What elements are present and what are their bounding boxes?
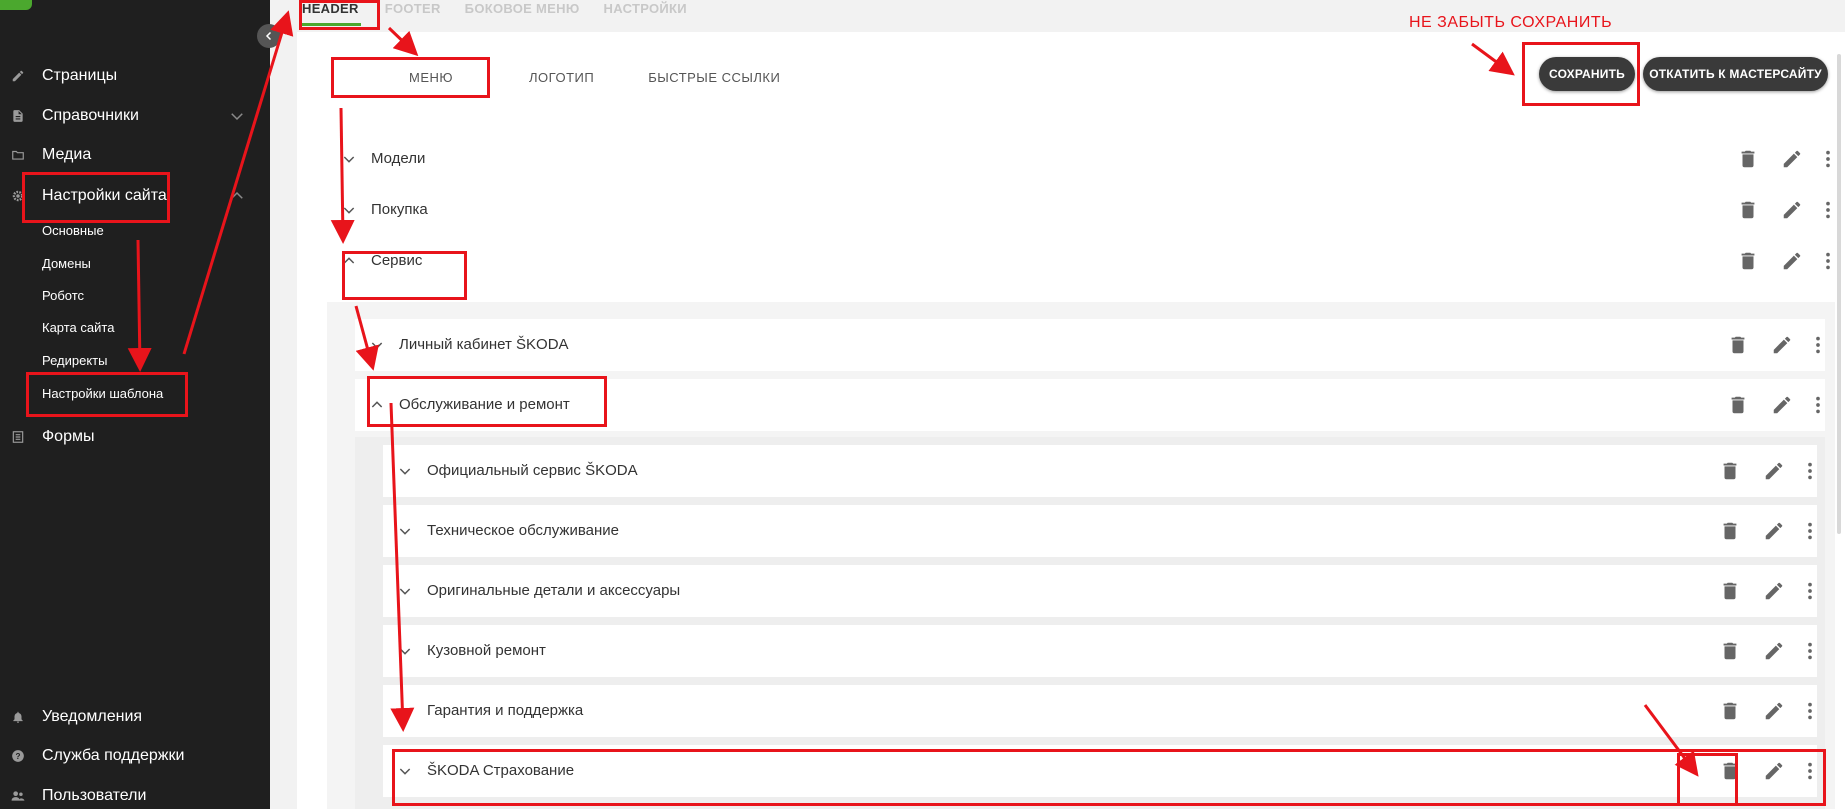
chevron-down-icon[interactable] xyxy=(341,202,357,218)
more-vertical-icon[interactable] xyxy=(1799,460,1821,482)
menu-row[interactable]: Личный кабинет ŠKODA xyxy=(355,319,1825,371)
annotation-box xyxy=(367,376,607,427)
menu-row-label: Техническое обслуживание xyxy=(427,522,619,539)
chevron-down-icon[interactable] xyxy=(397,643,413,659)
tab-side-menu[interactable]: БОКОВОЕ МЕНЮ xyxy=(465,0,580,26)
more-vertical-icon[interactable] xyxy=(1807,394,1829,416)
menu-row-label: Модели xyxy=(371,150,426,167)
menu-row[interactable]: Гарантия и поддержка xyxy=(383,685,1817,737)
chevron-down-icon[interactable] xyxy=(369,337,385,353)
chevron-down-icon[interactable] xyxy=(228,107,246,125)
trash-icon[interactable] xyxy=(1737,148,1759,170)
trash-icon[interactable] xyxy=(1719,520,1741,542)
list-icon xyxy=(10,429,26,445)
trash-icon[interactable] xyxy=(1719,640,1741,662)
sidebar-item-support[interactable]: ? Служба поддержки xyxy=(0,738,270,774)
trash-icon[interactable] xyxy=(1719,580,1741,602)
trash-icon[interactable] xyxy=(1719,700,1741,722)
menu-row[interactable]: Покупка xyxy=(327,183,1835,237)
more-vertical-icon[interactable] xyxy=(1799,640,1821,662)
edit-icon[interactable] xyxy=(1763,520,1785,542)
chevron-down-icon[interactable] xyxy=(397,583,413,599)
annotation-box xyxy=(342,251,467,300)
chevron-down-icon[interactable] xyxy=(341,151,357,167)
tab-footer[interactable]: FOOTER xyxy=(385,0,441,26)
sidebar-item-notifications[interactable]: Уведомления xyxy=(0,699,270,735)
sidebar-item-references[interactable]: Справочники xyxy=(0,98,270,134)
sidebar-subitem-redirects[interactable]: Редиректы xyxy=(42,351,107,371)
chevron-down-icon[interactable] xyxy=(397,703,413,719)
more-vertical-icon[interactable] xyxy=(1799,580,1821,602)
menu-row-label: Гарантия и поддержка xyxy=(427,702,584,719)
trash-icon[interactable] xyxy=(1727,394,1749,416)
sidebar-item-media[interactable]: Медиа xyxy=(0,137,270,173)
more-vertical-icon[interactable] xyxy=(1799,520,1821,542)
trash-icon[interactable] xyxy=(1737,199,1759,221)
menu-row[interactable]: Сервис xyxy=(327,234,1835,288)
menu-row[interactable]: Модели xyxy=(327,132,1835,186)
edit-icon[interactable] xyxy=(1771,394,1793,416)
annotation-box xyxy=(22,172,170,223)
edit-icon[interactable] xyxy=(1781,250,1803,272)
trash-icon[interactable] xyxy=(1727,334,1749,356)
rollback-button[interactable]: ОТКАТИТЬ К МАСТЕРСАЙТУ xyxy=(1643,57,1828,91)
tab-quick-links[interactable]: БЫСТРЫЕ ССЫЛКИ xyxy=(648,66,780,90)
scrollbar[interactable] xyxy=(1837,54,1841,534)
chevron-down-icon[interactable] xyxy=(397,523,413,539)
sidebar-collapse-button[interactable] xyxy=(257,24,281,48)
menu-row[interactable]: Кузовной ремонт xyxy=(383,625,1817,677)
tab-logo[interactable]: ЛОГОТИП xyxy=(529,66,594,90)
tab-settings[interactable]: НАСТРОЙКИ xyxy=(604,0,687,26)
menu-row[interactable]: Официальный сервис ŠKODA xyxy=(383,445,1817,497)
sidebar-subitem-main[interactable]: Основные xyxy=(42,221,104,241)
sidebar-item-forms[interactable]: Формы xyxy=(0,419,270,455)
svg-text:?: ? xyxy=(16,752,21,761)
more-vertical-icon[interactable] xyxy=(1807,334,1829,356)
edit-icon[interactable] xyxy=(1763,460,1785,482)
folder-icon xyxy=(10,147,26,163)
edit-icon[interactable] xyxy=(1763,640,1785,662)
annotation-box xyxy=(299,0,380,30)
trash-icon[interactable] xyxy=(1719,460,1741,482)
annotation-box xyxy=(392,749,1826,806)
chevron-left-icon xyxy=(265,31,272,41)
menu-row-label: Личный кабинет ŠKODA xyxy=(399,336,569,353)
menu-row-label: Оригинальные детали и аксессуары xyxy=(427,582,681,599)
edit-icon[interactable] xyxy=(1763,700,1785,722)
more-vertical-icon[interactable] xyxy=(1799,700,1821,722)
sidebar-subitem-domains[interactable]: Домены xyxy=(42,254,91,274)
annotation-note: НЕ ЗАБЫТЬ СОХРАНИТЬ xyxy=(1409,14,1613,31)
annotation-box xyxy=(1522,42,1640,106)
menu-row[interactable]: Оригинальные детали и аксессуары xyxy=(383,565,1817,617)
edit-icon[interactable] xyxy=(1763,580,1785,602)
sidebar-item-pages[interactable]: Страницы xyxy=(0,58,270,94)
annotation-box xyxy=(331,57,490,98)
edit-icon[interactable] xyxy=(1781,199,1803,221)
menu-row-label: Официальный сервис ŠKODA xyxy=(427,462,638,479)
edit-icon[interactable] xyxy=(1781,148,1803,170)
bell-icon xyxy=(10,709,26,725)
help-icon: ? xyxy=(10,748,26,764)
more-vertical-icon[interactable] xyxy=(1817,148,1839,170)
sidebar-subitem-robots[interactable]: Роботс xyxy=(42,286,84,306)
more-vertical-icon[interactable] xyxy=(1817,199,1839,221)
document-icon xyxy=(10,108,26,124)
menu-row-label: Кузовной ремонт xyxy=(427,642,546,659)
menu-row[interactable]: Техническое обслуживание xyxy=(383,505,1817,557)
sidebar-subitem-sitemap[interactable]: Карта сайта xyxy=(42,318,114,338)
annotation-box xyxy=(26,372,188,417)
chevron-down-icon[interactable] xyxy=(397,463,413,479)
more-vertical-icon[interactable] xyxy=(1817,250,1839,272)
sidebar-item-users[interactable]: Пользователи xyxy=(0,778,270,809)
chevron-up-icon[interactable] xyxy=(228,187,246,205)
logo xyxy=(0,0,32,10)
edit-icon[interactable] xyxy=(1771,334,1793,356)
menu-row-label: Покупка xyxy=(371,201,428,218)
trash-icon[interactable] xyxy=(1737,250,1759,272)
users-icon xyxy=(10,788,26,804)
pencil-icon xyxy=(10,68,26,84)
annotation-box xyxy=(1677,753,1738,806)
